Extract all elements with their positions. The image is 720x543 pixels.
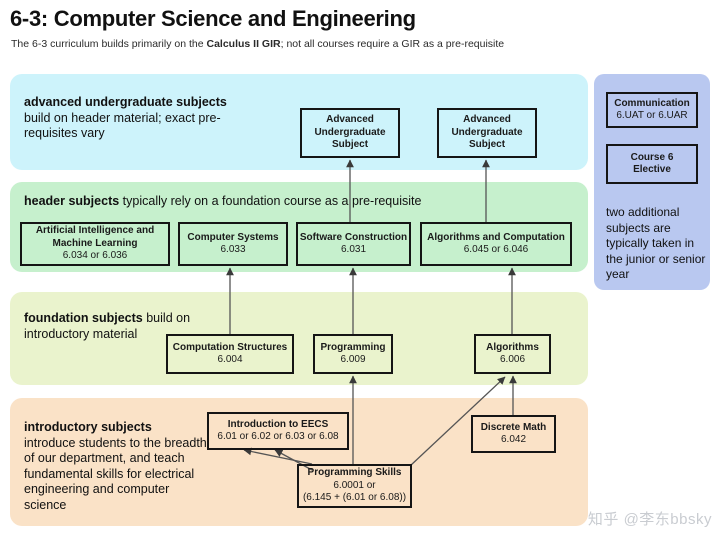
node-title: Course 6 — [630, 151, 674, 163]
node-title: Programming Skills — [307, 467, 402, 479]
node-computer-systems[interactable]: Computer Systems 6.033 — [178, 222, 288, 266]
node-code: 6.01 or 6.02 or 6.03 or 6.08 — [217, 431, 339, 442]
node-title: Computer Systems — [187, 231, 279, 243]
node-code: 6.033 — [220, 244, 246, 255]
node-title: Algorithms and Computation — [427, 231, 565, 243]
node-code: 6.004 — [217, 354, 243, 365]
node-code: 6.042 — [500, 434, 527, 445]
node-code: 6.0001 or — [333, 479, 376, 491]
node-title: Algorithms — [486, 341, 539, 353]
node-code: 6.009 — [340, 354, 366, 365]
arrow-layer — [226, 159, 517, 471]
node-code: 6.034 or 6.036 — [62, 250, 128, 262]
diagram-root: 6-3: Computer Science and Engineering Th… — [0, 0, 720, 543]
node-communication[interactable]: Communication 6.UAT or 6.UAR — [606, 92, 698, 128]
node-algorithms[interactable]: Algorithms 6.006 — [474, 334, 551, 374]
node-title: Advanced Undergraduate Subject — [314, 114, 386, 151]
node-title: Discrete Math — [480, 421, 547, 433]
node-advanced-undergraduate-subject-1[interactable]: Advanced Undergraduate Subject — [300, 108, 400, 158]
node-title: Communication — [614, 97, 690, 109]
node-title: Introduction to EECS — [227, 418, 329, 430]
node-code: 6.006 — [499, 354, 526, 365]
node-code-2: (6.145 + (6.01 or 6.08)) — [302, 492, 407, 504]
node-title: Software Construction — [299, 231, 408, 243]
node-code: 6.045 or 6.046 — [463, 244, 529, 255]
node-title: Artificial Intelligence and Machine Lear… — [35, 225, 155, 249]
node-course-6-elective[interactable]: Course 6 Elective — [606, 144, 698, 184]
node-code: 6.031 — [340, 244, 367, 255]
watermark: 知乎 @李东bbsky — [587, 511, 712, 528]
node-title: Programming — [320, 341, 386, 353]
node-code: 6.UAT or 6.UAR — [616, 110, 688, 121]
node-artificial-intelligence-machine-learning[interactable]: Artificial Intelligence and Machine Lear… — [20, 222, 170, 266]
node-software-construction[interactable]: Software Construction 6.031 — [296, 222, 411, 266]
node-algorithms-and-computation[interactable]: Algorithms and Computation 6.045 or 6.04… — [420, 222, 572, 266]
node-programming-skills[interactable]: Programming Skills 6.0001 or (6.145 + (6… — [297, 464, 412, 508]
node-advanced-undergraduate-subject-2[interactable]: Advanced Undergraduate Subject — [437, 108, 537, 158]
node-title: Advanced Undergraduate Subject — [451, 114, 523, 151]
node-programming[interactable]: Programming 6.009 — [313, 334, 393, 374]
node-title-2: Elective — [633, 164, 671, 175]
node-discrete-math[interactable]: Discrete Math 6.042 — [471, 415, 556, 453]
node-computation-structures[interactable]: Computation Structures 6.004 — [166, 334, 294, 374]
node-introduction-to-eecs[interactable]: Introduction to EECS 6.01 or 6.02 or 6.0… — [207, 412, 349, 450]
node-title: Computation Structures — [172, 341, 288, 353]
